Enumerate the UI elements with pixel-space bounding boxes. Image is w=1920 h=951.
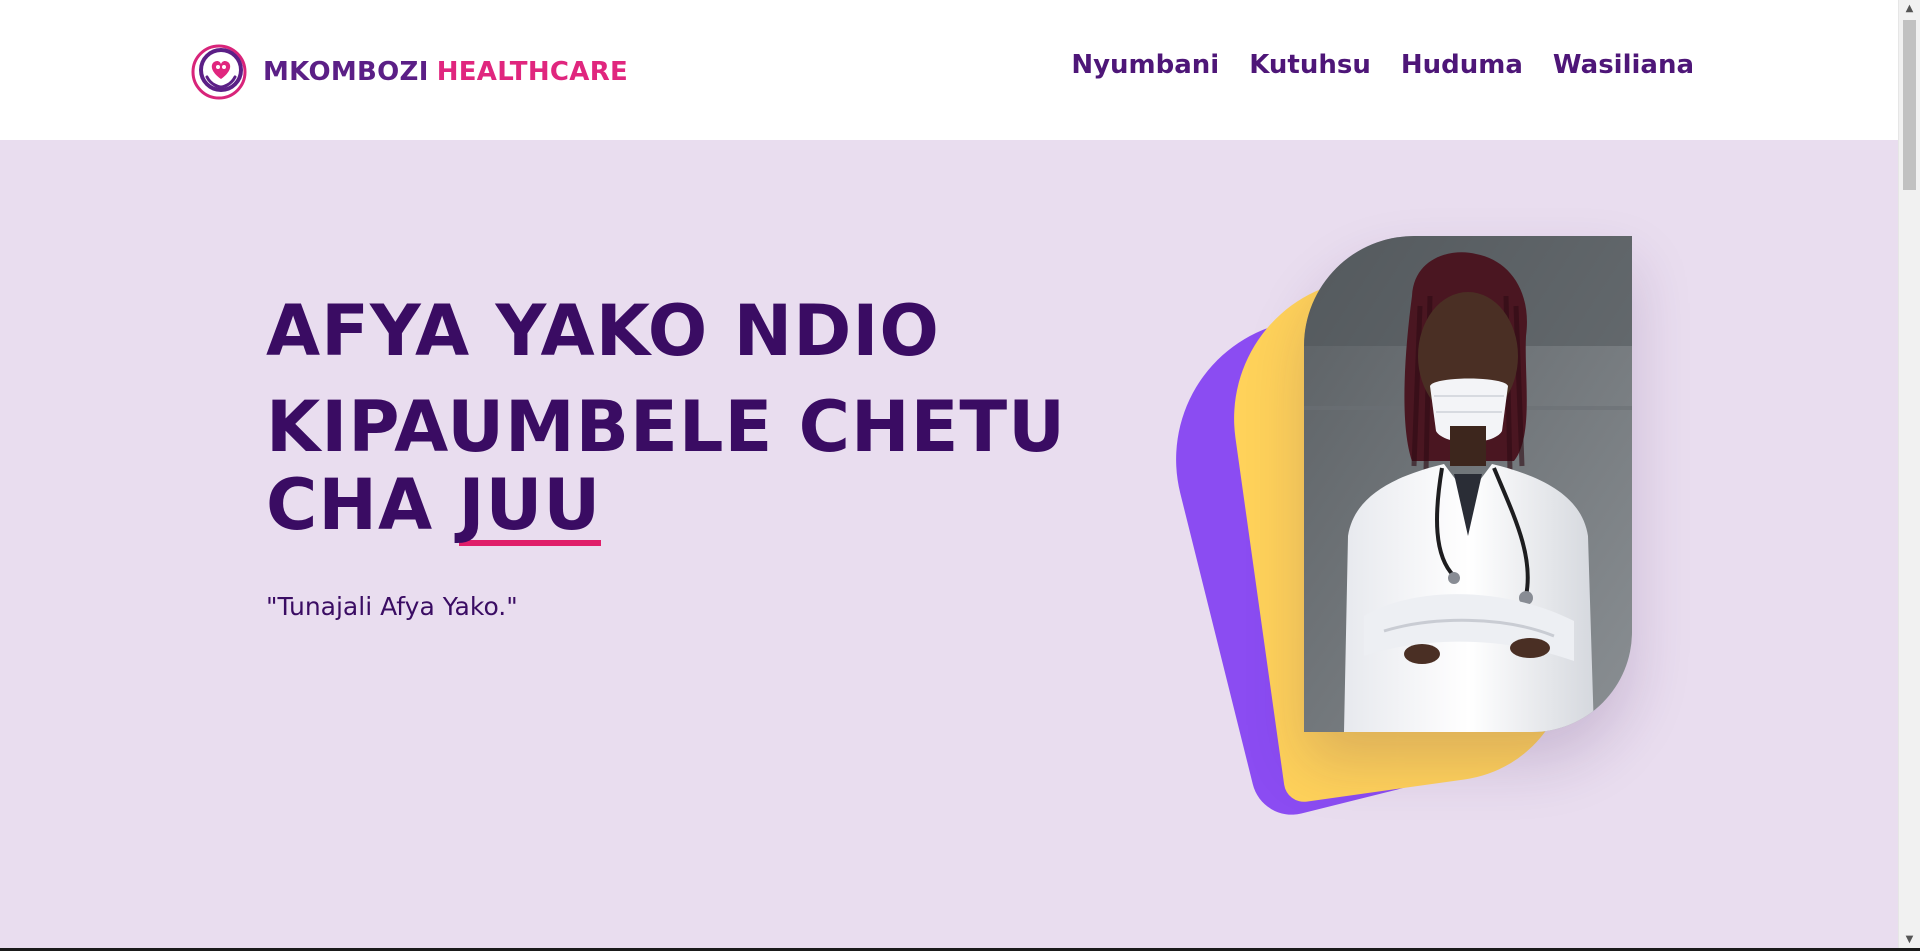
vertical-scrollbar[interactable]: ▲ ▼ bbox=[1898, 0, 1920, 948]
brand-name: MKOMBOZI HEALTHCARE bbox=[263, 57, 628, 87]
nav-item-nyumbani[interactable]: Nyumbani bbox=[1071, 50, 1219, 80]
headline-line2: KIPAUMBELE CHETU bbox=[266, 386, 1067, 468]
scroll-down-arrow-icon[interactable]: ▼ bbox=[1899, 931, 1920, 948]
main-nav: Nyumbani Kutuhsu Huduma Wasiliana bbox=[1071, 50, 1694, 80]
doctor-photo bbox=[1304, 236, 1632, 732]
logo[interactable]: MKOMBOZI HEALTHCARE bbox=[191, 42, 628, 102]
headline-accent-word: JUU bbox=[458, 464, 602, 546]
hero-headline: AFYA YAKO NDIO KIPAUMBELE CHETU CHA JUU bbox=[266, 292, 1066, 546]
scrollbar-thumb[interactable] bbox=[1903, 20, 1916, 190]
site-header: MKOMBOZI HEALTHCARE Nyumbani Kutuhsu Hudu… bbox=[0, 0, 1899, 140]
headline-line1: AFYA YAKO NDIO bbox=[266, 290, 940, 372]
doctor-photo-image bbox=[1304, 236, 1632, 732]
brand-name-part1: MKOMBOZI bbox=[263, 57, 429, 87]
nav-item-kutuhsu[interactable]: Kutuhsu bbox=[1249, 50, 1371, 80]
hero-tagline: "Tunajali Afya Yako." bbox=[266, 592, 518, 621]
heart-hands-icon bbox=[191, 44, 247, 100]
nav-item-huduma[interactable]: Huduma bbox=[1401, 50, 1523, 80]
brand-name-part2: HEALTHCARE bbox=[436, 57, 629, 87]
headline-line3: CHA JUU bbox=[266, 466, 1066, 546]
hero-illustration bbox=[1146, 236, 1650, 846]
headline-line3-prefix: CHA bbox=[266, 464, 434, 546]
nav-item-wasiliana[interactable]: Wasiliana bbox=[1553, 50, 1694, 80]
scroll-up-arrow-icon[interactable]: ▲ bbox=[1899, 0, 1920, 17]
hero-section: AFYA YAKO NDIO KIPAUMBELE CHETU CHA JUU … bbox=[0, 140, 1899, 948]
